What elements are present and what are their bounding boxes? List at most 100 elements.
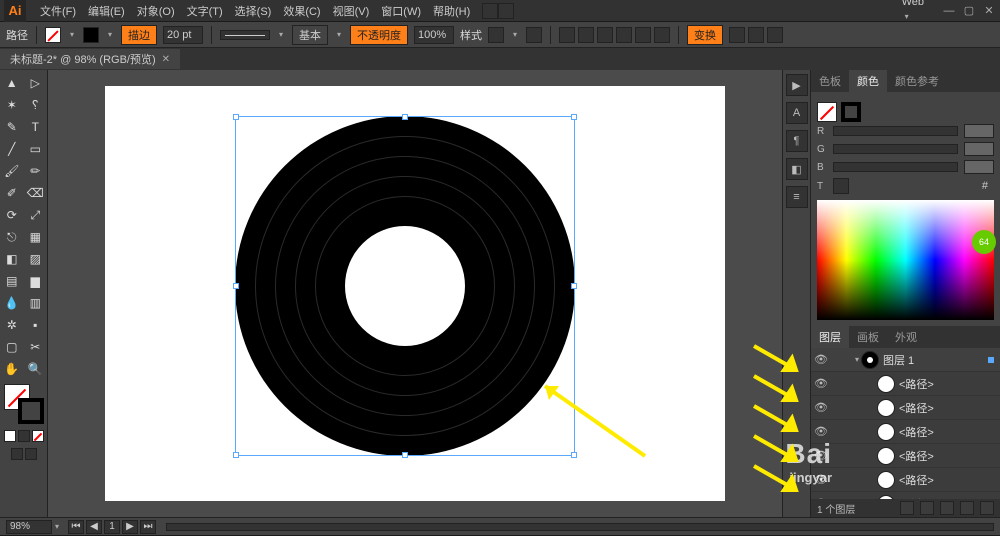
opacity-label-button[interactable]: 不透明度 xyxy=(350,25,408,45)
eyedropper-tool[interactable]: 💧 xyxy=(0,292,24,314)
selection-handle[interactable] xyxy=(402,114,408,120)
brush-profile-label[interactable]: 基本 xyxy=(292,25,328,45)
layer-name[interactable]: <路径> xyxy=(899,472,1000,488)
chevron-down-icon[interactable]: ▾ xyxy=(276,26,286,44)
layer-name[interactable]: <路径> xyxy=(899,376,1000,392)
stroke-profile[interactable] xyxy=(220,30,270,40)
close-tab-icon[interactable]: ✕ xyxy=(162,54,170,65)
stroke-indicator[interactable] xyxy=(18,398,44,424)
delete-layer-icon[interactable] xyxy=(980,501,994,515)
stroke-label-button[interactable]: 描边 xyxy=(121,25,157,45)
artboard[interactable] xyxy=(105,86,725,501)
play-panel-icon[interactable]: ▶ xyxy=(786,74,808,96)
menu-select[interactable]: 选择(S) xyxy=(229,3,278,19)
align-left-icon[interactable] xyxy=(559,27,575,43)
canvas-area[interactable] xyxy=(48,70,782,517)
selection-handle[interactable] xyxy=(571,283,577,289)
menu-edit[interactable]: 编辑(E) xyxy=(82,3,131,19)
selection-bounds[interactable] xyxy=(235,116,575,456)
color-spectrum[interactable] xyxy=(817,200,994,320)
edit-mask-icon[interactable] xyxy=(767,27,783,43)
screen-mode-full[interactable] xyxy=(25,448,37,460)
chevron-down-icon[interactable]: ▾ xyxy=(52,518,62,536)
document-tab[interactable]: 未标题-2* @ 98% (RGB/预览) ✕ xyxy=(0,49,180,69)
color-mode-none[interactable] xyxy=(32,430,44,442)
type-tool[interactable]: T xyxy=(24,116,48,138)
b-slider[interactable] xyxy=(833,162,958,172)
artboard-number[interactable]: 1 xyxy=(104,520,120,534)
lasso-tool[interactable]: ␦ xyxy=(24,94,48,116)
workspace-switcher[interactable]: Web ▾ xyxy=(896,0,930,26)
layer-row[interactable]: 👁<路径> xyxy=(811,396,1000,420)
next-artboard-icon[interactable]: ▶ xyxy=(122,520,138,534)
line-tool[interactable]: ╱ xyxy=(0,138,24,160)
menu-help[interactable]: 帮助(H) xyxy=(427,3,476,19)
locate-object-icon[interactable] xyxy=(900,501,914,515)
new-sublayer-icon[interactable] xyxy=(940,501,954,515)
chevron-down-icon[interactable]: ▾ xyxy=(334,26,344,44)
selection-handle[interactable] xyxy=(571,452,577,458)
mesh-tool[interactable]: ▤ xyxy=(0,270,24,292)
prev-artboard-icon[interactable]: ◀ xyxy=(86,520,102,534)
visibility-toggle[interactable]: 👁 xyxy=(811,473,831,486)
layer-name[interactable]: 图层 1 xyxy=(883,352,988,368)
minimize-icon[interactable]: — xyxy=(942,4,956,18)
visibility-toggle[interactable]: 👁 xyxy=(811,353,831,366)
g-value[interactable] xyxy=(964,142,994,156)
layer-row[interactable]: 👁 <路径> xyxy=(811,468,1000,492)
color-mode-gradient[interactable] xyxy=(18,430,30,442)
maximize-icon[interactable]: ▢ xyxy=(962,4,976,18)
fill-stroke-control[interactable] xyxy=(4,384,44,424)
chevron-down-icon[interactable]: ▾ xyxy=(105,26,115,44)
stroke-panel-icon[interactable]: ≡ xyxy=(786,186,808,208)
slice-tool[interactable]: ✂ xyxy=(24,336,48,358)
visibility-toggle[interactable]: 👁 xyxy=(811,425,831,438)
chevron-down-icon[interactable]: ▾ xyxy=(67,26,77,44)
align-right-icon[interactable] xyxy=(597,27,613,43)
opacity-input[interactable]: 100% xyxy=(414,26,454,44)
menu-view[interactable]: 视图(V) xyxy=(327,3,376,19)
b-value[interactable] xyxy=(964,160,994,174)
stroke-swatch[interactable] xyxy=(83,27,99,43)
graph-tool[interactable]: ▪ xyxy=(24,314,48,336)
menu-window[interactable]: 窗口(W) xyxy=(375,3,427,19)
close-icon[interactable]: ✕ xyxy=(982,4,996,18)
layer-name[interactable]: <路径> xyxy=(899,424,1000,440)
recolor-icon[interactable] xyxy=(526,27,542,43)
visibility-toggle[interactable]: 👁 xyxy=(811,377,831,390)
zoom-input[interactable]: 98% xyxy=(6,520,52,534)
last-artboard-icon[interactable]: ⏭ xyxy=(140,520,156,534)
hand-tool[interactable]: ✋ xyxy=(0,358,24,380)
chevron-down-icon[interactable]: ▾ xyxy=(510,26,520,44)
selection-handle[interactable] xyxy=(233,114,239,120)
selection-tool[interactable]: ▲ xyxy=(0,72,24,94)
menu-file[interactable]: 文件(F) xyxy=(34,3,82,19)
tab-color-guide[interactable]: 颜色参考 xyxy=(887,70,947,92)
transform-panel-icon[interactable]: ◧ xyxy=(786,158,808,180)
screen-mode-normal[interactable] xyxy=(11,448,23,460)
make-clip-icon[interactable] xyxy=(920,501,934,515)
character-panel-icon[interactable]: A xyxy=(786,102,808,124)
isolate-icon[interactable] xyxy=(729,27,745,43)
menu-object[interactable]: 对象(O) xyxy=(131,3,181,19)
blend-tool[interactable]: ▥ xyxy=(24,292,48,314)
eraser-tool[interactable]: ⌫ xyxy=(24,182,48,204)
paragraph-panel-icon[interactable]: ¶ xyxy=(786,130,808,152)
blob-brush-tool[interactable]: ✐ xyxy=(0,182,24,204)
menu-type[interactable]: 文字(T) xyxy=(181,3,229,19)
layer-list[interactable]: 👁 ▾ 图层 1 👁<路径> 👁<路径> 👁<路径> 👁<路径> 👁<路径> 👁… xyxy=(811,348,1000,499)
layer-row[interactable]: 👁 <路径> xyxy=(811,420,1000,444)
visibility-toggle[interactable]: 👁 xyxy=(811,401,831,414)
selection-handle[interactable] xyxy=(233,452,239,458)
tab-artboards[interactable]: 画板 xyxy=(849,326,887,348)
selection-indicator[interactable] xyxy=(988,357,994,363)
artboard-tool[interactable]: ▢ xyxy=(0,336,24,358)
layer-row-parent[interactable]: 👁 ▾ 图层 1 xyxy=(811,348,1000,372)
selection-handle[interactable] xyxy=(402,452,408,458)
gradient-tool[interactable]: ▆ xyxy=(24,270,48,292)
pen-tool[interactable]: ✎ xyxy=(0,116,24,138)
color-mode-solid[interactable] xyxy=(4,430,16,442)
paintbrush-tool[interactable]: 🖌 xyxy=(0,160,24,182)
zoom-tool[interactable]: 🔍 xyxy=(24,358,48,380)
align-hcenter-icon[interactable] xyxy=(578,27,594,43)
